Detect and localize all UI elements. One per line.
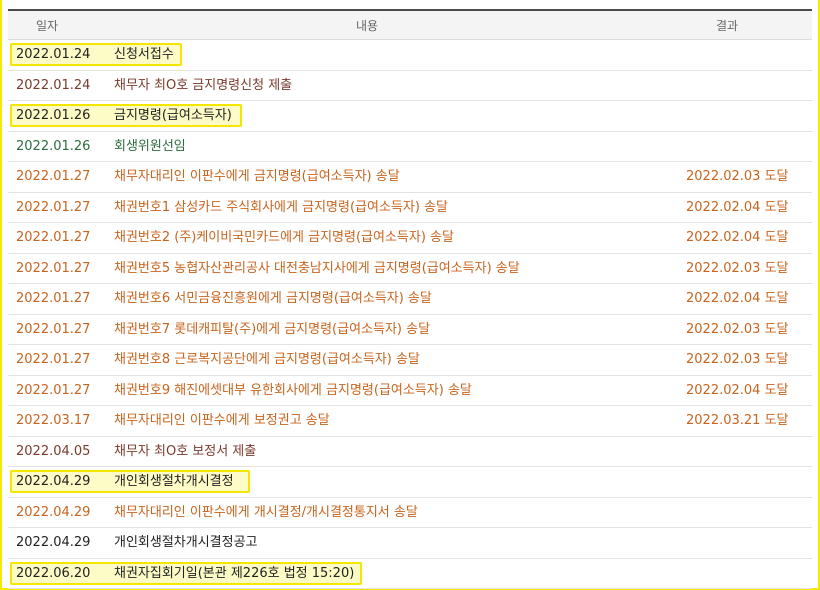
- row-content: 채권번호2 (주)케이비국민카드에게 금지명령(급여소득자) 송달: [114, 230, 454, 245]
- row-result: 2022.02.03 도달: [686, 169, 789, 184]
- row-date: 2022.03.17: [16, 413, 91, 428]
- row-result: 2022.02.04 도달: [686, 382, 789, 398]
- table-row: 2022.04.05 채무자 최O호 보정서 제출: [8, 437, 812, 467]
- row-date: 2022.06.20: [16, 565, 91, 581]
- row-content: 금지명령(급여소득자): [114, 108, 232, 123]
- table-row: 2022.04.29 채무자대리인 이판수에게 개시결정/개시결정통지서 송달: [8, 498, 812, 528]
- header-result: 결과: [716, 19, 739, 33]
- row-content: 채권번호5 농협자산관리공사 대전충남지사에게 금지명령(급여소득자) 송달: [114, 260, 520, 276]
- row-date: 2022.01.27: [16, 382, 91, 398]
- table-row: 2022.01.26 회생위원선임: [8, 132, 812, 162]
- row-result: 2022.03.21 도달: [686, 413, 789, 428]
- table-row: 2022.01.27 채권번호1 삼성카드 주식회사에게 금지명령(급여소득자) …: [8, 193, 812, 223]
- table-body: 2022.01.24 신청서접수 2022.01.24 채무자 최O호 금지명령신청 …: [8, 40, 812, 589]
- table-row: 2022.01.27 채권번호9 해진에셋대부 유한회사에게 금지명령(급여소득자…: [8, 376, 812, 406]
- row-date: 2022.01.27: [16, 352, 91, 367]
- table-header: 일자 내용 결과: [8, 11, 812, 40]
- table-row: 2022.01.26 금지명령(급여소득자): [8, 101, 812, 132]
- row-content: 채무자 최O호 금지명령신청 제출: [114, 77, 293, 93]
- row-content: 채권번호1 삼성카드 주식회사에게 금지명령(급여소득자) 송달: [114, 199, 448, 215]
- row-content: 채권번호7 롯데캐피탈(주)에게 금지명령(급여소득자) 송달: [114, 321, 431, 337]
- row-content: 회생위원선임: [114, 138, 186, 154]
- case-progress-table: 일자 내용 결과 2022.01.24 신청서접수 2022.01.24 채무자 최O…: [8, 9, 812, 589]
- table-row: 2022.01.27 채무자대리인 이판수에게 금지명령(급여소득자) 송달 202…: [8, 162, 812, 193]
- row-date: 2022.04.29: [16, 504, 91, 520]
- row-date: 2022.01.27: [16, 169, 91, 184]
- table-row: 2022.01.24 채무자 최O호 금지명령신청 제출: [8, 71, 812, 101]
- table-row: 2022.01.27 채권번호6 서민금융진흥원에게 금지명령(급여소득자) 송달…: [8, 284, 812, 315]
- table-row: 2022.01.24 신청서접수: [8, 40, 812, 71]
- row-date: 2022.01.27: [16, 199, 91, 215]
- table-row: 2022.01.27 채권번호2 (주)케이비국민카드에게 금지명령(급여소득자)…: [8, 223, 812, 254]
- row-date: 2022.01.26: [16, 108, 91, 123]
- row-content: 채무자대리인 이판수에게 금지명령(급여소득자) 송달: [114, 169, 400, 184]
- row-content: 개인회생절차개시결정공고: [114, 535, 258, 550]
- row-result: 2022.02.04 도달: [686, 291, 789, 306]
- row-content: 채무자 최O호 보정서 제출: [114, 443, 257, 459]
- table-row: 2022.03.17 채무자대리인 이판수에게 보정권고 송달 2022.03.21…: [8, 406, 812, 437]
- header-date: 일자: [36, 19, 59, 33]
- table-row: 2022.04.29 개인회생절차개시결정: [8, 467, 812, 498]
- row-content: 채무자대리인 이판수에게 보정권고 송달: [114, 413, 330, 428]
- table-row: 2022.01.27 채권번호7 롯데캐피탈(주)에게 금지명령(급여소득자) 송…: [8, 315, 812, 345]
- row-content: 신청서접수: [114, 47, 174, 62]
- row-result: 2022.02.03 도달: [686, 321, 789, 337]
- row-date: 2022.01.26: [16, 138, 91, 154]
- header-content: 내용: [356, 19, 379, 33]
- row-result: 2022.02.03 도달: [686, 352, 789, 367]
- row-date: 2022.04.29: [16, 474, 91, 489]
- row-result: 2022.02.03 도달: [686, 260, 789, 276]
- row-content: 채권번호9 해진에셋대부 유한회사에게 금지명령(급여소득자) 송달: [114, 382, 472, 398]
- row-date: 2022.01.27: [16, 321, 91, 337]
- row-content: 채권번호8 근로복지공단에게 금지명령(급여소득자) 송달: [114, 352, 420, 367]
- row-date: 2022.04.05: [16, 443, 91, 459]
- row-content: 채권자집회기일(본관 제226호 법정 15:20): [114, 565, 355, 581]
- table-row: 2022.04.29 개인회생절차개시결정공고: [8, 528, 812, 559]
- table-row: 2022.06.20 채권자집회기일(본관 제226호 법정 15:20): [8, 559, 812, 589]
- row-result: 2022.02.04 도달: [686, 199, 789, 215]
- table-row: 2022.01.27 채권번호8 근로복지공단에게 금지명령(급여소득자) 송달 2…: [8, 345, 812, 376]
- row-content: 채권번호6 서민금융진흥원에게 금지명령(급여소득자) 송달: [114, 291, 432, 306]
- table-row: 2022.01.27 채권번호5 농협자산관리공사 대전충남지사에게 금지명령(급…: [8, 254, 812, 284]
- row-date: 2022.01.27: [16, 291, 91, 306]
- row-date: 2022.01.24: [16, 77, 91, 93]
- row-result: 2022.02.04 도달: [686, 230, 789, 245]
- row-date: 2022.01.27: [16, 230, 91, 245]
- row-content: 개인회생절차개시결정: [114, 474, 234, 489]
- row-date: 2022.01.24: [16, 47, 91, 62]
- row-date: 2022.04.29: [16, 535, 91, 550]
- row-content: 채무자대리인 이판수에게 개시결정/개시결정통지서 송달: [114, 504, 418, 520]
- row-date: 2022.01.27: [16, 260, 91, 276]
